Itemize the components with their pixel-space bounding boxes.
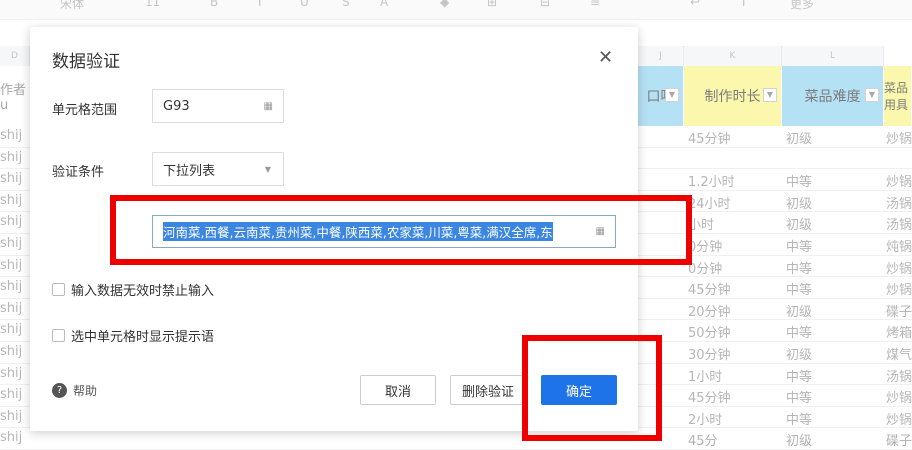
range-value: G93 bbox=[163, 98, 190, 114]
dialog-title: 数据验证 bbox=[52, 52, 120, 72]
range-input[interactable]: G93 ▦ bbox=[152, 89, 284, 123]
checkbox-icon[interactable] bbox=[52, 329, 65, 342]
ok-button[interactable]: 确定 bbox=[541, 375, 617, 405]
show-hint-checkbox[interactable]: 选中单元格时显示提示语 bbox=[52, 326, 214, 345]
help-icon: ? bbox=[52, 383, 67, 398]
help-link[interactable]: ? 帮助 bbox=[52, 382, 97, 399]
help-label: 帮助 bbox=[73, 384, 98, 398]
range-select-icon[interactable]: ▦ bbox=[264, 101, 273, 112]
close-icon[interactable]: ✕ bbox=[598, 47, 613, 68]
checkbox-label: 输入数据无效时禁止输入 bbox=[71, 284, 215, 299]
list-source-value: 河南菜,西餐,云南菜,贵州菜,中餐,陕西菜,农家菜,川菜,粤菜,满汉全席,东 bbox=[163, 222, 553, 241]
data-validation-dialog: 数据验证 ✕ 单元格范围 G93 ▦ 验证条件 下拉列表 ▼ 河南菜,西餐,云南… bbox=[30, 27, 638, 431]
reject-invalid-checkbox[interactable]: 输入数据无效时禁止输入 bbox=[52, 280, 214, 299]
remove-validation-button[interactable]: 删除验证 bbox=[450, 375, 526, 405]
checkbox-label: 选中单元格时显示提示语 bbox=[71, 330, 215, 345]
cancel-button[interactable]: 取消 bbox=[360, 375, 436, 405]
checkbox-icon[interactable] bbox=[52, 283, 65, 296]
list-source-input[interactable]: 河南菜,西餐,云南菜,贵州菜,中餐,陕西菜,农家菜,川菜,粤菜,满汉全席,东 ▦ bbox=[152, 215, 616, 248]
criteria-label: 验证条件 bbox=[52, 165, 105, 180]
range-label: 单元格范围 bbox=[52, 103, 118, 118]
chevron-down-icon: ▼ bbox=[264, 164, 271, 174]
criteria-select[interactable]: 下拉列表 ▼ bbox=[152, 152, 284, 186]
criteria-value: 下拉列表 bbox=[163, 163, 216, 179]
range-select-icon[interactable]: ▦ bbox=[596, 226, 605, 237]
